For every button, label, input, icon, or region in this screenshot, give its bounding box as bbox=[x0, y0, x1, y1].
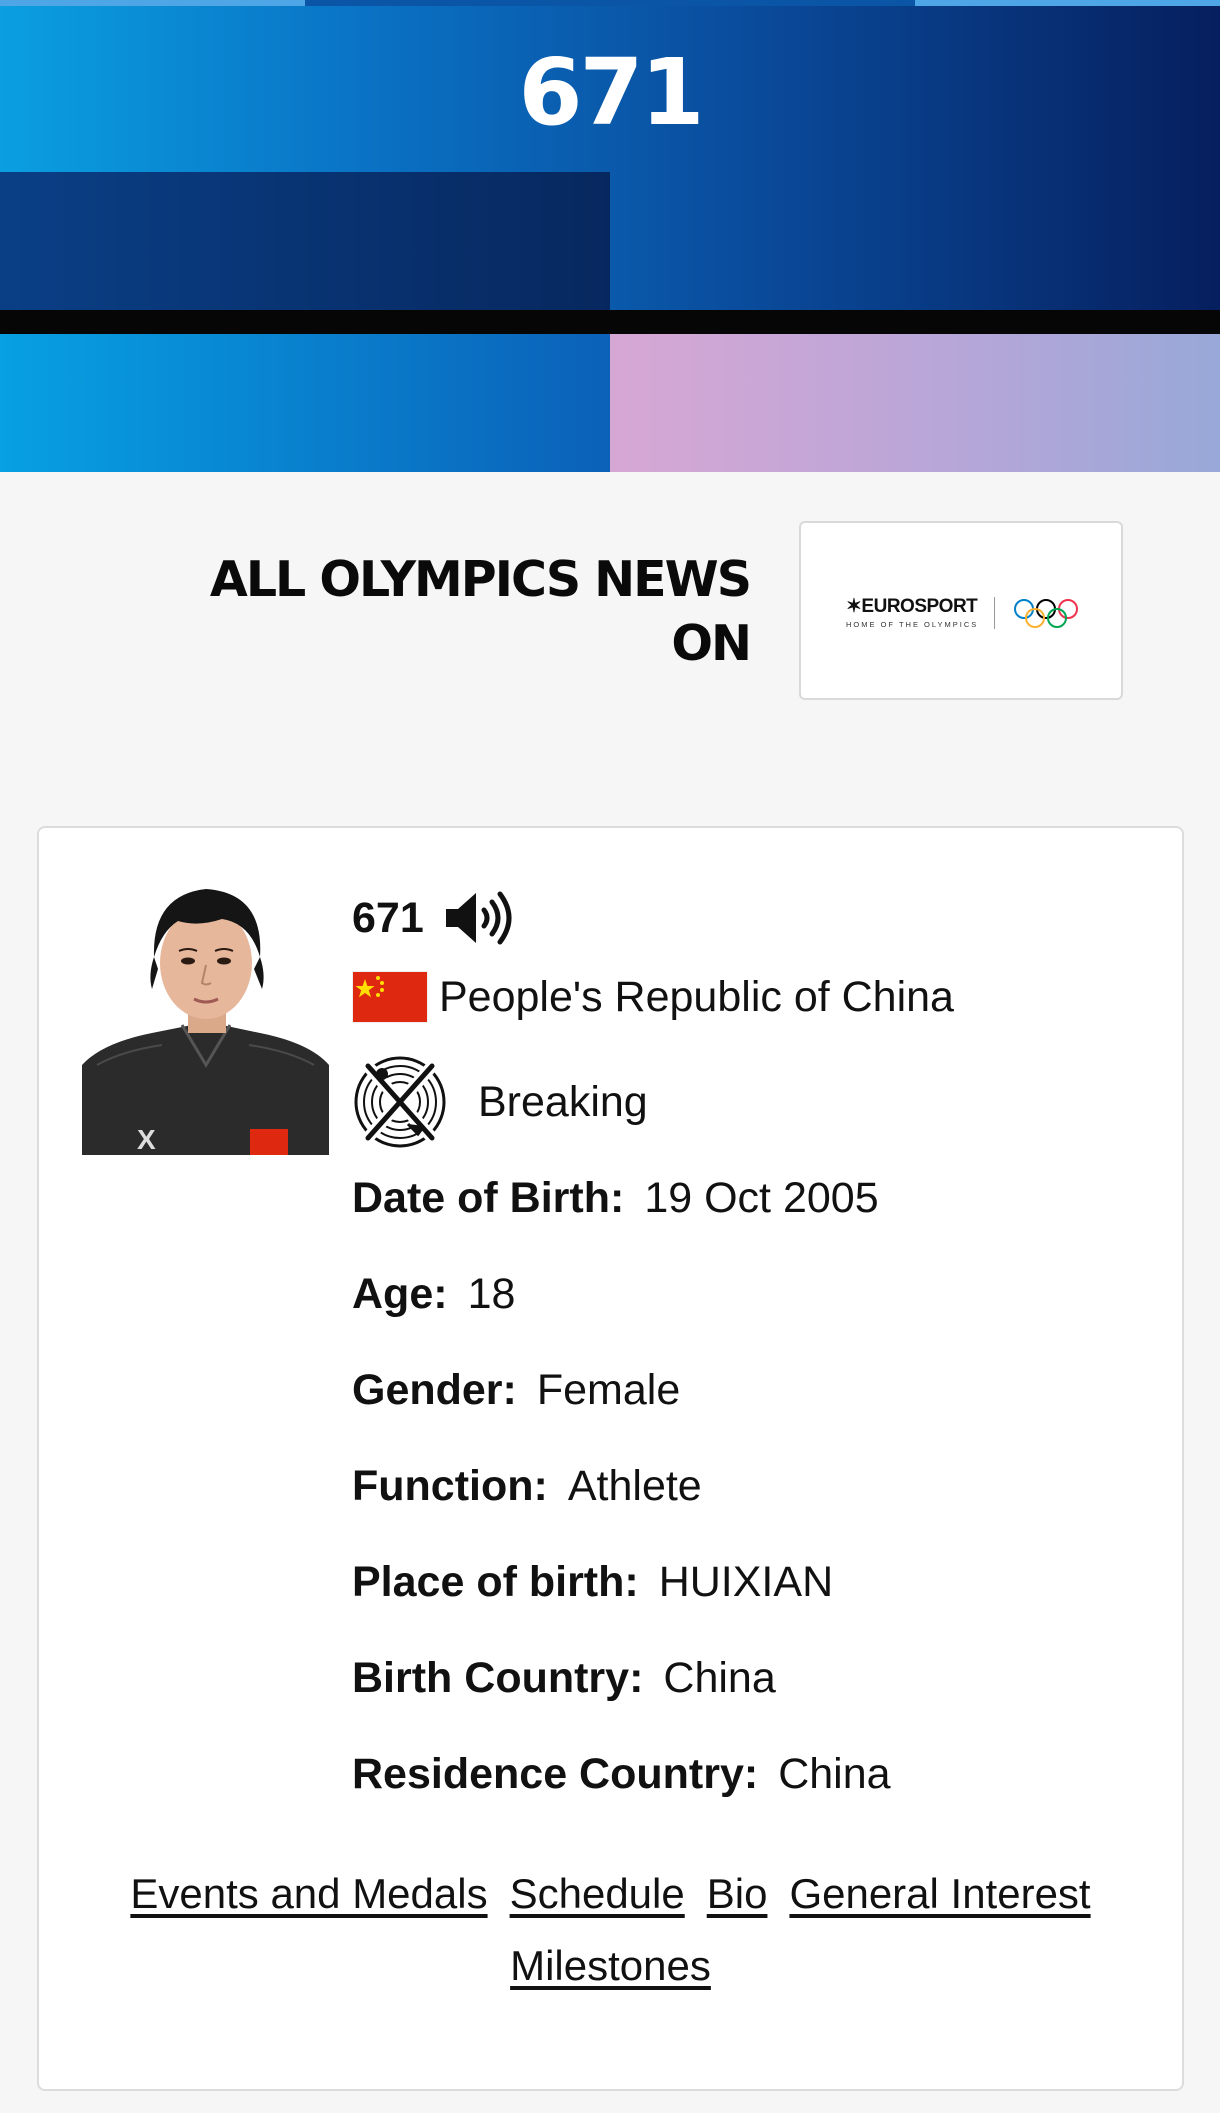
hero-banner: 671 bbox=[0, 0, 1220, 472]
athlete-name: 671 bbox=[352, 893, 424, 942]
athlete-profile-card: X 671 People's Republic of China Breakin… bbox=[37, 826, 1184, 2091]
detail-place-of-birth: Place of birth: HUIXIAN bbox=[352, 1558, 834, 1606]
detail-residence-country: Residence Country: China bbox=[352, 1750, 891, 1798]
events-and-medals-link[interactable]: Events and Medals bbox=[130, 1870, 487, 1917]
detail-age: Age: 18 bbox=[352, 1270, 516, 1318]
athlete-country: People's Republic of China bbox=[439, 972, 954, 1021]
eurosport-logo-link[interactable]: ✶EUROSPORT HOME OF THE OLYMPICS bbox=[799, 521, 1123, 700]
promo-line-1: ALL OLYMPICS NEWS bbox=[209, 551, 752, 608]
hero-pink-block bbox=[610, 334, 1220, 472]
detail-gender: Gender: Female bbox=[352, 1366, 681, 1414]
olympic-rings-icon bbox=[1014, 599, 1078, 628]
china-flag-icon bbox=[352, 971, 428, 1023]
athlete-country-row: People's Republic of China bbox=[352, 968, 954, 1026]
athlete-photo: X bbox=[82, 865, 329, 1155]
milestones-link[interactable]: Milestones bbox=[510, 1942, 711, 1989]
logo-divider bbox=[994, 597, 995, 629]
page-title: 671 bbox=[518, 39, 704, 146]
bio-link[interactable]: Bio bbox=[707, 1870, 768, 1917]
general-interest-link[interactable]: General Interest bbox=[789, 1870, 1090, 1917]
breaking-pictogram-icon bbox=[354, 1056, 446, 1148]
promo-line-2: ON bbox=[671, 615, 752, 672]
eurosport-tagline: HOME OF THE OLYMPICS bbox=[846, 620, 979, 629]
hero-top-line-segment bbox=[915, 0, 1220, 6]
svg-text:X: X bbox=[137, 1124, 156, 1155]
detail-birth-country: Birth Country: China bbox=[352, 1654, 776, 1702]
eurosport-brand: ✶EUROSPORT bbox=[846, 596, 978, 617]
hero-top-line-segment bbox=[0, 0, 305, 6]
eurosport-arrow-icon: ✶ bbox=[846, 596, 862, 617]
hero-dark-block bbox=[0, 172, 610, 310]
olympics-news-promo: ALL OLYMPICS NEWS ON bbox=[150, 548, 752, 676]
speaker-icon[interactable] bbox=[444, 890, 524, 946]
schedule-link[interactable]: Schedule bbox=[510, 1870, 685, 1917]
athlete-sport: Breaking bbox=[478, 1077, 648, 1126]
athlete-section-links: Events and Medals Schedule Bio General Inte… bbox=[39, 1858, 1182, 2002]
links-row-2: Milestones bbox=[39, 1930, 1182, 2002]
athlete-name-row: 671 bbox=[352, 888, 524, 948]
hero-top-line bbox=[0, 0, 1220, 6]
detail-function: Function: Athlete bbox=[352, 1462, 702, 1510]
hero-blue-block bbox=[0, 334, 610, 472]
hero-black-stripe bbox=[0, 310, 1220, 334]
detail-date-of-birth: Date of Birth: 19 Oct 2005 bbox=[352, 1174, 879, 1222]
athlete-sport-row: Breaking bbox=[352, 1054, 648, 1150]
